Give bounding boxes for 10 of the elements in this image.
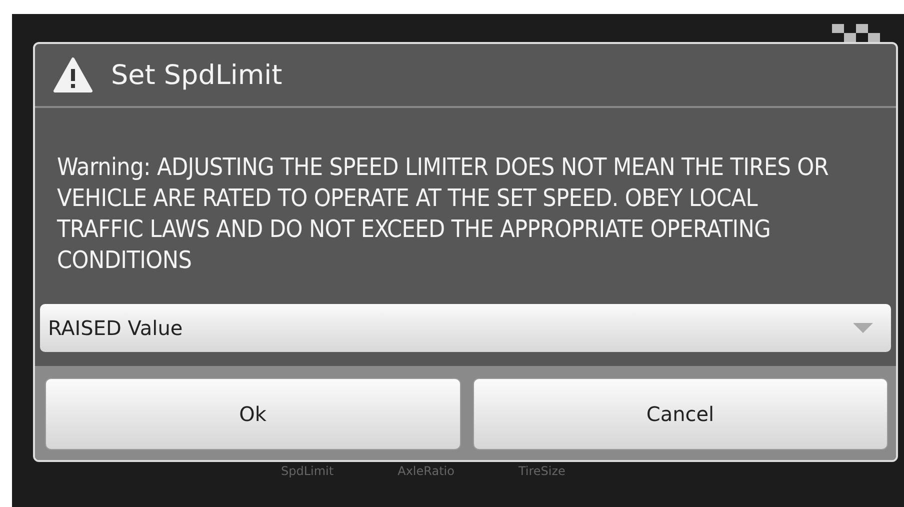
warning-message: Warning: ADJUSTING THE SPEED LIMITER DOES NOT MEAN THE TIRES OR VEHICLE ARE RATED TO OPERATE AT THE SET SPEED. OBEY LOCAL TRAFFIC LAWS AND DO NOT EXCEED THE APPROPRIATE OPERATING CONDITIONS <box>57 152 830 276</box>
tab-label: AxleRatio <box>398 464 454 478</box>
dialog-title: Set SpdLimit <box>111 60 282 90</box>
warning-icon <box>53 57 93 93</box>
caret-icon <box>853 323 873 333</box>
dialog-button[interactable]: Ok <box>45 378 460 450</box>
value-dropdown[interactable]: RAISED Value <box>40 304 891 352</box>
tab-label: SpdLimit <box>281 464 334 478</box>
tab-label: TireSize <box>518 464 566 478</box>
dialog-button[interactable]: Cancel <box>472 378 888 450</box>
